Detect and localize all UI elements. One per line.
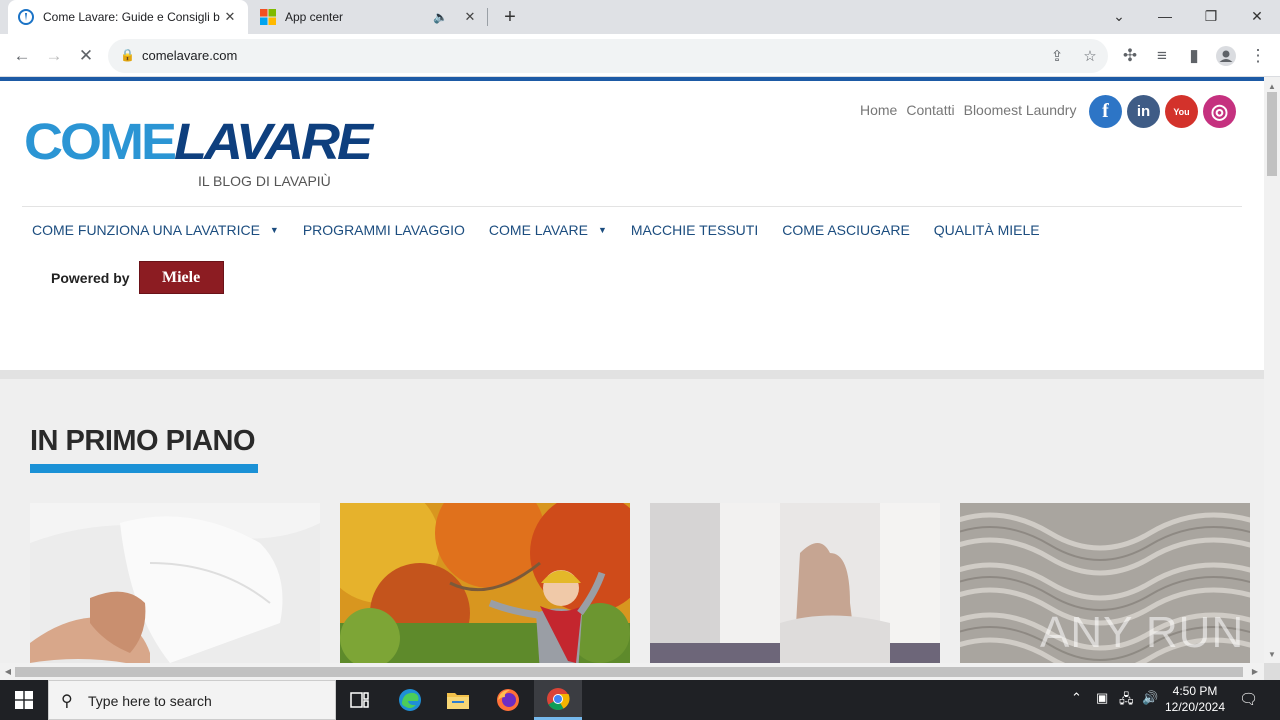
clock-time: 4:50 PM [1172,684,1218,698]
tray-device-icon[interactable]: ▣ [1096,690,1108,706]
minimize-button[interactable]: — [1142,0,1188,32]
tray-overflow-chevron-icon[interactable]: ⌃ [1071,690,1082,706]
top-link-home[interactable]: Home [860,102,897,118]
top-link-bloomest-laundry[interactable]: Bloomest Laundry [964,102,1077,118]
task-view-icon[interactable] [336,680,384,720]
site-logo[interactable]: COMELAVARE IL BLOG DI LAVAPIÙ [24,113,373,189]
anyrun-watermark: ANY RUN [1040,608,1245,657]
notifications-icon[interactable]: 🗨 [1239,690,1258,708]
section-title: IN PRIMO PIANO [30,425,256,457]
scroll-down-arrow-icon[interactable]: ▼ [1264,647,1280,661]
iron-image [650,503,940,663]
close-tab-icon[interactable]: ✕ [222,9,238,25]
nav-come-funziona-una-lavatrice[interactable]: COME FUNZIONA UNA LAVATRICE ▼ [32,222,279,238]
nav-come-lavare[interactable]: COME LAVARE ▼ [489,222,607,238]
scroll-left-arrow-icon[interactable]: ◀ [1,663,15,680]
tab-app-center[interactable]: App center 🔈 ✕ [250,0,488,34]
bookmark-star-icon[interactable]: ☆ [1079,45,1101,67]
duvet-image [30,503,320,663]
scroll-up-arrow-icon[interactable]: ▲ [1264,79,1280,93]
featured-card-iron[interactable] [650,503,940,663]
vertical-scrollbar[interactable]: ▲ ▼ [1264,77,1280,663]
chrome-menu-icon[interactable]: ⋮ [1244,42,1272,70]
tab-search-chevron-icon[interactable]: ⌄ [1096,0,1142,32]
miele-logo: Miele [138,261,224,294]
start-button[interactable] [0,680,48,720]
taskbar-search-box[interactable]: ⚲ Type here to search [48,680,336,720]
windows-taskbar: ⚲ Type here to search ⌃ ▣ 🖧 🔊 4:50 PM 12… [0,680,1280,720]
featured-card-duvet[interactable] [30,503,320,663]
powered-by-label: Powered by [51,269,130,286]
search-placeholder: Type here to search [88,693,212,709]
windows-logo-icon [15,691,33,709]
forward-button[interactable]: → [40,42,68,70]
facebook-icon[interactable]: f [1089,95,1122,128]
firefox-icon[interactable] [484,680,532,720]
tab-title: Come Lavare: Guide e Consigli b [43,10,220,24]
nav-macchie-tessuti[interactable]: MACCHIE TESSUTI [631,222,758,238]
close-window-button[interactable]: ✕ [1234,0,1280,32]
logo-tagline: IL BLOG DI LAVAPIÙ [198,173,331,189]
chrome-taskbar-icon[interactable] [534,680,582,720]
scrollbar-corner [1264,663,1280,680]
back-button[interactable]: ← [8,42,36,70]
top-links: Home Contatti Bloomest Laundry [860,102,1076,118]
tab-title: App center [285,10,344,24]
comelavare-favicon-icon [18,9,34,25]
dropdown-caret-icon: ▼ [597,225,607,235]
speaker-icon[interactable]: 🔈 [433,10,448,24]
youtube-icon[interactable]: You [1165,95,1198,128]
close-tab-icon[interactable]: ✕ [462,9,478,25]
section-title-underline [30,464,258,473]
microsoft-logo-icon [260,9,276,25]
horizontal-scrollbar[interactable]: ◀ ▶ [0,663,1264,680]
top-link-contatti[interactable]: Contatti [906,102,954,118]
nav-divider [22,206,1242,207]
dropdown-caret-icon: ▼ [269,225,279,235]
vertical-scroll-thumb[interactable] [1267,92,1277,176]
extensions-puzzle-icon[interactable]: ✣ [1116,42,1144,70]
tab-comelavare[interactable]: Come Lavare: Guide e Consigli b ✕ [8,0,248,34]
address-bar[interactable]: 🔒 comelavare.com ⇪ ☆ [108,39,1108,73]
horizontal-scroll-thumb[interactable] [15,667,1243,677]
clock-date: 12/20/2024 [1164,700,1226,714]
share-icon[interactable]: ⇪ [1046,45,1068,67]
search-icon: ⚲ [61,693,73,710]
nav-programmi-lavaggio[interactable]: PROGRAMMI LAVAGGIO [303,222,465,238]
linkedin-icon[interactable]: in [1127,95,1160,128]
system-clock[interactable]: 4:50 PM 12/20/2024 [1160,683,1230,715]
logo-wordmark: COMELAVARE [24,113,373,171]
child-autumn-image [340,503,630,663]
stop-loading-button[interactable]: ✕ [72,42,100,70]
network-icon[interactable]: 🖧 [1119,690,1134,712]
edge-browser-icon[interactable] [386,680,434,720]
url-text[interactable]: comelavare.com [142,48,237,63]
side-panel-icon[interactable]: ▮ [1180,42,1208,70]
file-explorer-icon[interactable] [434,680,482,720]
media-control-icon[interactable]: ≡ [1148,42,1176,70]
tab-strip: Come Lavare: Guide e Consigli b ✕ App ce… [0,0,1280,34]
powered-by-miele[interactable]: Powered by Miele [51,261,224,294]
main-nav: COME FUNZIONA UNA LAVATRICE ▼ PROGRAMMI L… [32,222,1064,238]
nav-qualita-miele[interactable]: QUALITÀ MIELE [934,222,1040,238]
tab-divider [487,8,488,26]
nav-come-asciugare[interactable]: COME ASCIUGARE [782,222,910,238]
new-tab-button[interactable]: + [498,5,522,29]
featured-card-child-autumn[interactable] [340,503,630,663]
lock-icon[interactable]: 🔒 [120,48,135,62]
instagram-icon[interactable]: ◎ [1203,95,1236,128]
scroll-right-arrow-icon[interactable]: ▶ [1248,663,1262,680]
webpage: COMELAVARE IL BLOG DI LAVAPIÙ Home Conta… [0,81,1264,663]
profile-avatar-icon[interactable] [1212,42,1240,70]
volume-icon[interactable]: 🔊 [1142,690,1158,706]
browser-toolbar: ← → ✕ 🔒 comelavare.com ⇪ ☆ ✣ ≡ ▮ ⋮ [0,34,1280,77]
restore-button[interactable]: ❐ [1188,0,1234,32]
